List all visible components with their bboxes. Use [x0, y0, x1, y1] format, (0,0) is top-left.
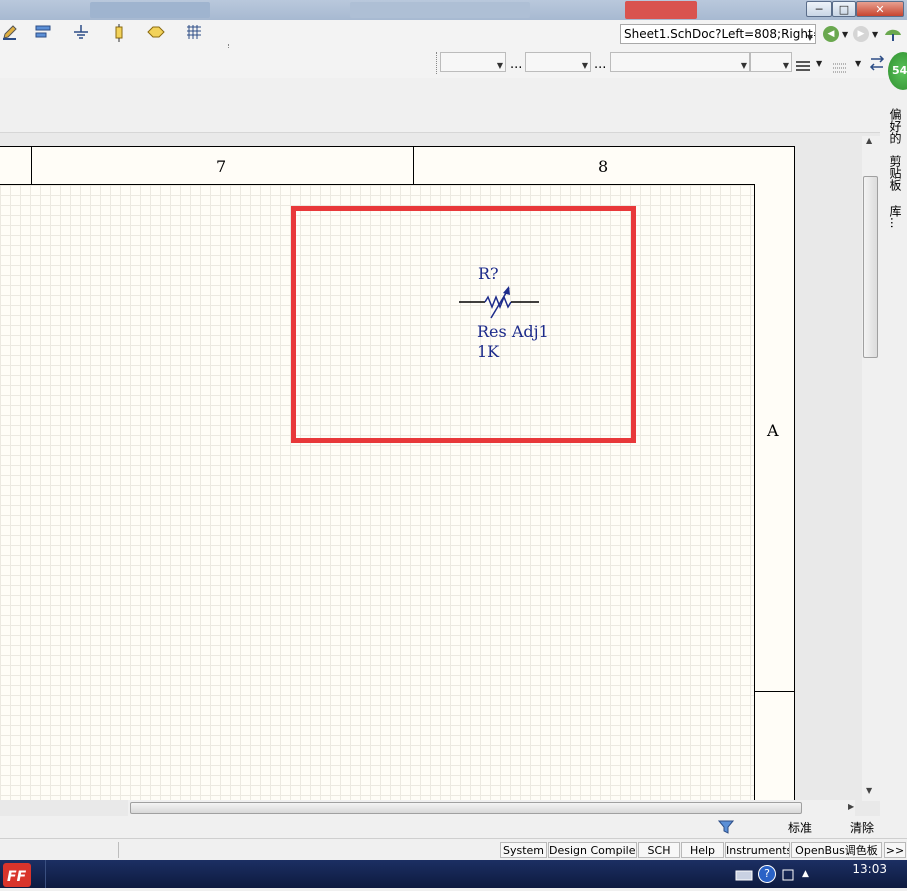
zoom-combo[interactable]: ▼: [750, 52, 792, 72]
clear-button[interactable]: 清除: [850, 819, 874, 836]
horizontal-scroll-thumb[interactable]: [130, 802, 802, 814]
row-label-a: A: [767, 421, 779, 440]
status-more-button[interactable]: >>: [884, 842, 906, 858]
status-tab-help[interactable]: Help: [681, 842, 724, 858]
workspace-margin: [795, 146, 862, 800]
drawing-toolbar: ▼ ▼ ▼ ▼ ▼ ▼ Sheet1.SchDoc?Left=808;Right…: [0, 20, 907, 64]
chevron-down-icon[interactable]: ▼: [497, 57, 503, 71]
sheet-border-top: [0, 146, 794, 147]
row-divider: [755, 691, 794, 692]
keyboard-icon[interactable]: [735, 867, 753, 886]
zone-divider: [31, 146, 32, 185]
status-tab-system[interactable]: System: [500, 842, 547, 858]
side-tab-favorites[interactable]: 偏好的: [884, 104, 904, 148]
svg-text:FF: FF: [7, 869, 27, 885]
filter-strip: 标准 清除: [0, 816, 880, 838]
title-bar: ─ □ ✕: [0, 0, 907, 20]
list-icon[interactable]: [795, 57, 811, 76]
scroll-right-icon[interactable]: ▶: [848, 802, 854, 811]
chevron-down-icon[interactable]: ▼: [807, 29, 813, 43]
swap-icon[interactable]: [869, 54, 885, 76]
window-icon[interactable]: [782, 866, 794, 885]
zone-label-7: 7: [216, 157, 227, 176]
chevron-down-icon[interactable]: ▼: [842, 30, 848, 39]
side-tab-clipboard[interactable]: 剪贴板: [884, 152, 904, 194]
zone-divider: [413, 146, 414, 185]
chevron-down-icon[interactable]: ▼: [816, 59, 822, 68]
title-highlight-button[interactable]: [625, 1, 697, 19]
nav-back-icon[interactable]: ◀: [823, 26, 839, 42]
taskbar-clock[interactable]: 13:03: [852, 862, 887, 876]
component-value[interactable]: 1K: [477, 342, 499, 361]
title-text-area: [350, 2, 530, 18]
status-tab-openbus-palette[interactable]: OpenBus调色板: [791, 842, 882, 858]
align-icon[interactable]: [35, 24, 53, 44]
style-combo[interactable]: ▼: [610, 52, 750, 72]
document-tab-strip: [0, 104, 880, 133]
performance-badge[interactable]: 54: [888, 52, 907, 90]
app-logo-icon[interactable]: FF: [3, 863, 31, 887]
status-bar: System Design Compiler SCH Help Instrume…: [0, 838, 907, 861]
status-tab-sch[interactable]: SCH: [638, 842, 680, 858]
help-icon[interactable]: ?: [758, 865, 776, 883]
edit-pencil-icon[interactable]: [2, 24, 18, 44]
chevron-down-icon[interactable]: ▼: [855, 59, 861, 68]
toolbar-separator: [436, 52, 437, 74]
chevron-down-icon[interactable]: ▼: [783, 57, 789, 71]
taskbar: FF ? ▲: [0, 860, 907, 888]
sheet-inner-border-right: [754, 184, 755, 800]
schematic-sheet[interactable]: 7 8 A R? Res Adj1 1K: [0, 146, 795, 800]
ellipsis-button[interactable]: ...: [594, 57, 606, 72]
vertical-scrollbar[interactable]: ▲ ▼: [862, 136, 880, 801]
scroll-up-icon[interactable]: ▲: [866, 136, 872, 145]
minimize-button[interactable]: ─: [806, 1, 832, 17]
toolbar-spacer: [0, 78, 880, 105]
horizontal-scrollbar[interactable]: ▶: [128, 800, 855, 816]
status-separator: [118, 842, 119, 858]
home-icon[interactable]: [884, 26, 902, 46]
dotted-list-icon[interactable]: [832, 58, 848, 77]
filter-icon[interactable]: [717, 819, 735, 835]
tray-expand-icon[interactable]: ▲: [802, 869, 809, 879]
side-tab-library[interactable]: 库...: [884, 200, 904, 234]
taskbar-separator: [45, 860, 46, 888]
zone-label-8: 8: [598, 157, 609, 176]
nav-forward-icon[interactable]: ▶: [853, 26, 869, 42]
part-icon[interactable]: [112, 24, 126, 44]
ground-icon[interactable]: [72, 24, 90, 44]
status-tab-instruments[interactable]: Instruments: [725, 842, 790, 858]
component-comment[interactable]: Res Adj1: [477, 322, 549, 341]
scroll-down-icon[interactable]: ▼: [866, 786, 872, 795]
font-size-combo[interactable]: ▼: [525, 52, 591, 72]
chevron-down-icon[interactable]: ▼: [741, 57, 747, 71]
taskbar-window-thumb: [90, 2, 210, 18]
chevron-down-icon[interactable]: ▼: [582, 57, 588, 71]
adjustable-resistor-icon[interactable]: [458, 284, 540, 326]
document-address-text: Sheet1.SchDoc?Left=808;Right=: [624, 27, 816, 41]
chevron-down-icon[interactable]: ▼: [872, 30, 878, 39]
vertical-scroll-thumb[interactable]: [863, 176, 878, 358]
document-address-combo[interactable]: Sheet1.SchDoc?Left=808;Right= ▼: [620, 24, 816, 44]
close-button[interactable]: ✕: [856, 1, 904, 17]
port-icon[interactable]: [147, 24, 165, 44]
maximize-button[interactable]: □: [832, 1, 856, 17]
format-toolbar: ▼ ... ▼ ... ▼ ▼ ▼ ▼ 54: [0, 48, 907, 90]
component-designator[interactable]: R?: [478, 264, 499, 283]
font-name-combo[interactable]: ▼: [440, 52, 506, 72]
ellipsis-button[interactable]: ...: [510, 57, 522, 72]
status-tab-design-compiler[interactable]: Design Compiler: [548, 842, 637, 858]
grid-icon[interactable]: [186, 24, 202, 44]
filter-label: 标准: [788, 821, 813, 835]
